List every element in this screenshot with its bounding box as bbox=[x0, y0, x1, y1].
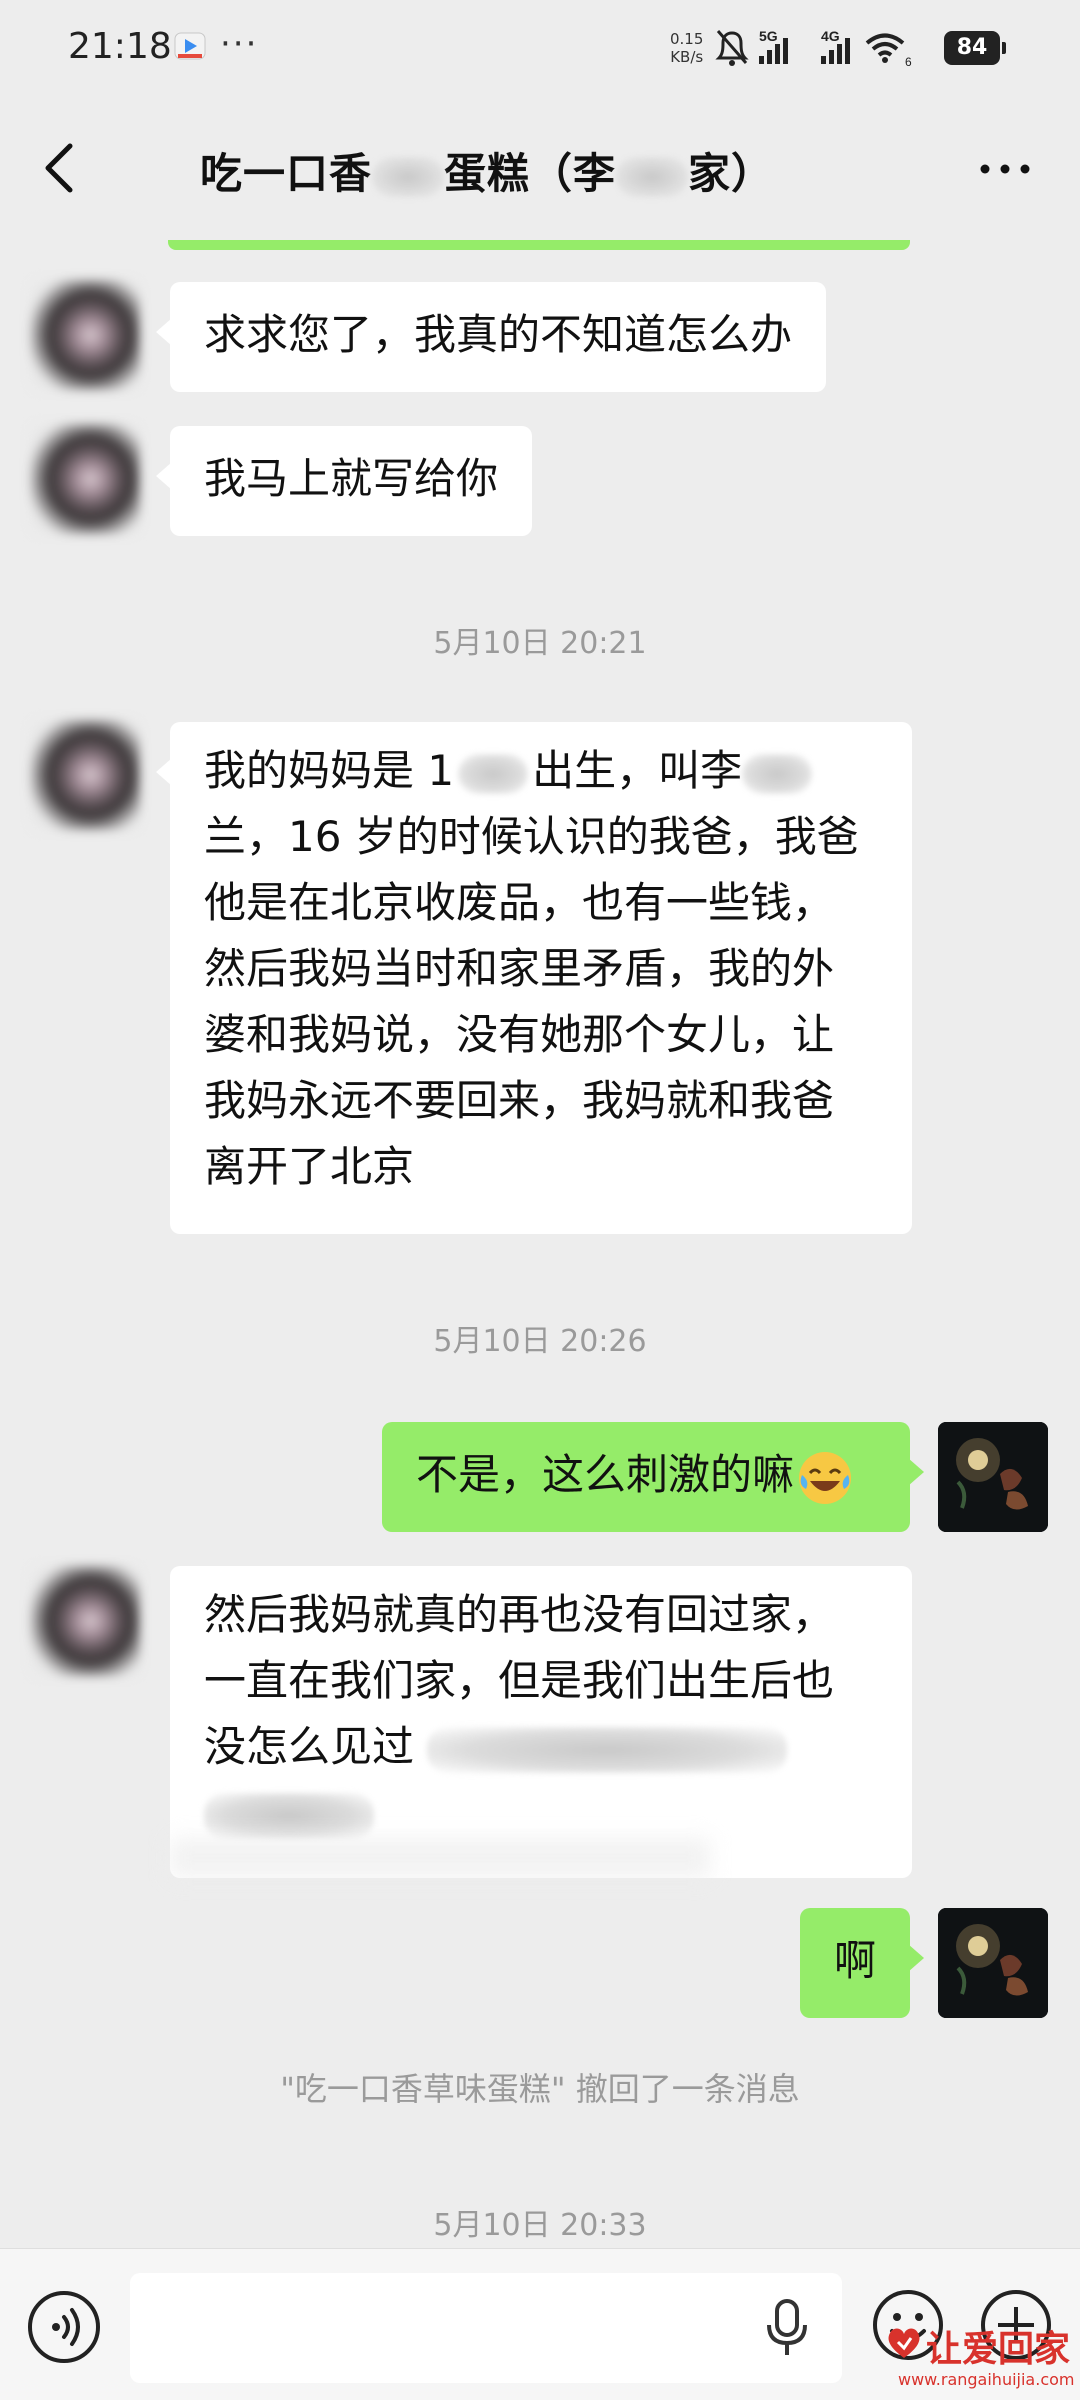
status-more-icon: ··· bbox=[220, 24, 259, 64]
message-line: 婆和我妈说，没有她那个女儿，让 bbox=[204, 1010, 835, 1059]
incoming-message-long[interactable]: 然后我妈就真的再也没有回过家， 一直在我们家，但是我们出生后也 没怎么见过 bbox=[170, 1566, 912, 1878]
user-avatar-image bbox=[938, 1908, 1048, 2018]
message-line: 我的妈妈是 1 出生，叫李 bbox=[204, 738, 878, 804]
contact-avatar[interactable] bbox=[30, 720, 140, 830]
signal-4g-label: 4G bbox=[821, 28, 840, 44]
watermark-brand: 让爱回家 bbox=[926, 2328, 1071, 2370]
wifi-icon bbox=[865, 33, 905, 63]
message-line: 兰，16 岁的时候认识的我爸，我爸 bbox=[204, 812, 859, 861]
status-bar: 21:18 ··· 0.15 KB/s 5G 4G 6 84 bbox=[0, 0, 1080, 100]
chat-title-part1: 吃一口香 bbox=[200, 149, 373, 198]
chat-title: 吃一口香 蛋糕（李 家） bbox=[200, 140, 880, 201]
voice-wave-icon bbox=[52, 2308, 80, 2346]
message-line: 我妈永远不要回来，我妈就和我爸 bbox=[204, 1076, 835, 1125]
blur-mask bbox=[170, 1838, 710, 1878]
message-line: 没怎么见过 bbox=[204, 1714, 878, 1780]
chat-header: 吃一口香 蛋糕（李 家） bbox=[0, 100, 1080, 240]
message-line bbox=[204, 1780, 878, 1846]
contact-avatar[interactable] bbox=[30, 424, 140, 534]
outgoing-message[interactable]: 啊 bbox=[800, 1908, 924, 2018]
status-icons: 5G 4G 6 bbox=[715, 28, 912, 68]
user-avatar-image bbox=[938, 1422, 1048, 1532]
message-line: 一直在我们家，但是我们出生后也 bbox=[204, 1656, 835, 1705]
message-line: 他是在北京收废品，也有一些钱， bbox=[204, 878, 835, 927]
microphone-icon[interactable] bbox=[762, 2297, 812, 2359]
signal-5g-label: 5G bbox=[759, 28, 778, 44]
more-options-icon[interactable] bbox=[975, 154, 1035, 184]
recall-notice: "吃一口香草味蛋糕" 撤回了一条消息 bbox=[280, 2070, 800, 2108]
incoming-message[interactable]: 求求您了，我真的不知道怎么办 bbox=[155, 282, 827, 392]
chat-title-part3: 家） bbox=[688, 149, 775, 198]
previous-message-bubble-edge bbox=[168, 240, 910, 250]
message-line-text: 我的妈妈是 1 bbox=[204, 746, 455, 795]
timestamp: 5月10日 20:26 bbox=[433, 1324, 647, 1359]
mute-bell-icon bbox=[715, 30, 749, 66]
incoming-message[interactable]: 我马上就写给你 bbox=[155, 426, 533, 536]
blur-mask bbox=[458, 753, 529, 794]
user-avatar[interactable] bbox=[938, 1422, 1048, 1532]
message-line: 然后我妈就真的再也没有回过家， bbox=[204, 1590, 835, 1639]
wifi-sub-label: 6 bbox=[905, 55, 912, 68]
status-time: 21:18 bbox=[68, 26, 172, 67]
network-speed: 0.15 KB/s bbox=[670, 30, 703, 66]
outgoing-message[interactable]: 不是，这么刺激的嘛 bbox=[382, 1422, 924, 1532]
timestamp: 5月10日 20:33 bbox=[433, 2208, 647, 2243]
chat-title-part2: 蛋糕（李 bbox=[444, 149, 617, 198]
message-line-text: 出生，叫李 bbox=[532, 746, 743, 795]
blur-mask bbox=[204, 1792, 374, 1839]
incoming-message-long[interactable]: 我的妈妈是 1 出生，叫李 兰，16 岁的时候认识的我爸，我爸 他是在北京收废品，… bbox=[156, 722, 912, 1234]
timestamp: 5月10日 20:21 bbox=[433, 626, 647, 661]
message-line: 离开了北京 bbox=[204, 1142, 415, 1191]
outgoing-message-text: 不是，这么刺激的嘛 bbox=[416, 1450, 795, 1499]
watermark-url: www.rangaihuijia.com bbox=[898, 2370, 1075, 2389]
back-arrow-icon[interactable] bbox=[40, 138, 80, 198]
site-watermark: 让爱回家 www.rangaihuijia.com bbox=[884, 2320, 1080, 2400]
title-blur-mask bbox=[372, 156, 445, 197]
user-avatar[interactable] bbox=[938, 1908, 1048, 2018]
network-speed-unit: KB/s bbox=[670, 48, 704, 66]
contact-avatar[interactable] bbox=[30, 1566, 140, 1676]
message-line-text: 没怎么见过 bbox=[204, 1722, 415, 1771]
app-notification-icon bbox=[174, 32, 206, 60]
contact-avatar[interactable] bbox=[30, 280, 140, 390]
message-line: 然后我妈当时和家里矛盾，我的外 bbox=[204, 944, 835, 993]
message-input[interactable] bbox=[130, 2273, 842, 2383]
blur-mask bbox=[427, 1726, 788, 1773]
heart-logo-icon bbox=[888, 2328, 920, 2358]
title-blur-mask-2 bbox=[616, 156, 689, 197]
blur-mask bbox=[742, 753, 813, 794]
voice-mode-button[interactable] bbox=[28, 2291, 100, 2363]
laughing-tears-emoji-icon bbox=[799, 1451, 852, 1504]
battery-level: 84 bbox=[944, 31, 1006, 65]
network-speed-value: 0.15 bbox=[670, 30, 704, 48]
chat-messages[interactable]: 求求您了，我真的不知道怎么办 我马上就写给你 5月10日 20:21 我的妈妈是… bbox=[0, 240, 1080, 2248]
